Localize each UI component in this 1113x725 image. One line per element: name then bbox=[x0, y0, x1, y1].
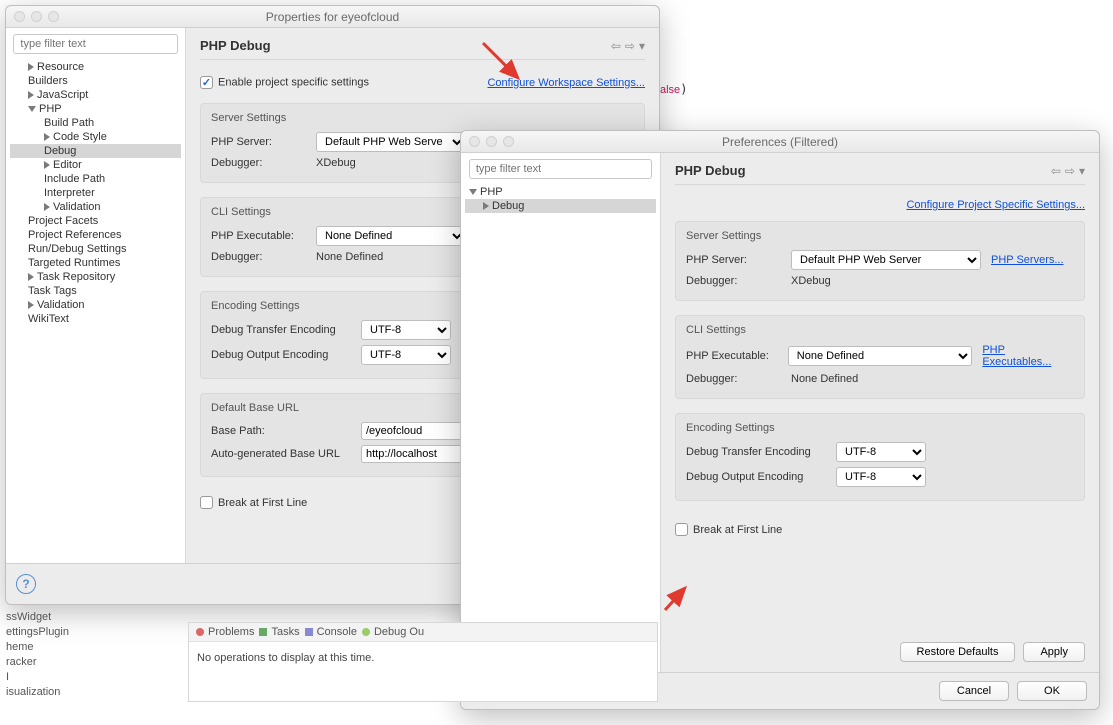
nav-forward-icon[interactable]: ⇨ bbox=[1065, 164, 1075, 178]
page-nav-icons: ⇦ ⇨ ▾ bbox=[1051, 164, 1085, 178]
nav-menu-icon[interactable]: ▾ bbox=[1079, 164, 1085, 178]
configure-workspace-settings-link[interactable]: Configure Workspace Settings... bbox=[487, 77, 645, 89]
php-executables-link[interactable]: PHP Executables... bbox=[982, 344, 1074, 368]
tree-node-interpreter[interactable]: Interpreter bbox=[10, 186, 181, 200]
tab-problems[interactable]: Problems bbox=[195, 626, 254, 638]
bottom-views-panel: Problems Tasks Console Debug Ou No opera… bbox=[188, 622, 658, 702]
php-servers-link[interactable]: PHP Servers... bbox=[991, 254, 1064, 266]
editor-code-fragment: alse) bbox=[660, 82, 687, 96]
configure-project-settings-link[interactable]: Configure Project Specific Settings... bbox=[906, 199, 1085, 211]
break-first-line-checkbox[interactable]: Break at First Line bbox=[675, 523, 1085, 536]
tree-node-php[interactable]: PHP bbox=[10, 102, 181, 116]
enable-project-specific-checkbox[interactable]: Enable project specific settings bbox=[200, 76, 369, 89]
transfer-encoding-select[interactable]: UTF-8 bbox=[836, 442, 926, 462]
base-path-input[interactable] bbox=[361, 422, 471, 440]
category-tree[interactable]: PHP Debug bbox=[465, 185, 656, 213]
filter-input[interactable] bbox=[13, 34, 177, 54]
tree-node-include-path[interactable]: Include Path bbox=[10, 172, 181, 186]
php-server-select[interactable]: Default PHP Web Serve bbox=[316, 132, 466, 152]
titlebar[interactable]: Preferences (Filtered) bbox=[461, 131, 1099, 153]
tree-node-code-style[interactable]: Code Style bbox=[10, 130, 181, 144]
tree-node-project-facets[interactable]: Project Facets bbox=[10, 214, 181, 228]
tree-node-project-references[interactable]: Project References bbox=[10, 228, 181, 242]
page-title: PHP Debug bbox=[200, 38, 271, 53]
properties-tree-panel: Resource Builders JavaScript PHP Build P… bbox=[6, 28, 186, 563]
encoding-settings-section: Encoding Settings Debug Transfer Encodin… bbox=[675, 413, 1085, 501]
titlebar[interactable]: Properties for eyeofcloud bbox=[6, 6, 659, 28]
php-executable-select[interactable]: None Defined bbox=[788, 346, 973, 366]
nav-back-icon[interactable]: ⇦ bbox=[1051, 164, 1061, 178]
filter-input[interactable] bbox=[469, 159, 652, 179]
server-settings-section: Server Settings PHP Server: Default PHP … bbox=[675, 221, 1085, 301]
tab-debug-output[interactable]: Debug Ou bbox=[361, 626, 424, 638]
tree-node-javascript[interactable]: JavaScript bbox=[10, 88, 181, 102]
tree-node-resource[interactable]: Resource bbox=[10, 60, 181, 74]
tree-node-validation2[interactable]: Validation bbox=[10, 298, 181, 312]
help-icon[interactable]: ? bbox=[16, 574, 36, 594]
tree-node-editor[interactable]: Editor bbox=[10, 158, 181, 172]
nav-back-icon[interactable]: ⇦ bbox=[611, 39, 621, 53]
cli-settings-section: CLI Settings PHP Executable: None Define… bbox=[675, 315, 1085, 399]
restore-defaults-button[interactable]: Restore Defaults bbox=[900, 642, 1016, 662]
tab-console[interactable]: Console bbox=[304, 626, 357, 638]
tree-node-build-path[interactable]: Build Path bbox=[10, 116, 181, 130]
category-tree[interactable]: Resource Builders JavaScript PHP Build P… bbox=[10, 60, 181, 326]
php-server-select[interactable]: Default PHP Web Server bbox=[791, 250, 981, 270]
auto-base-url-input[interactable] bbox=[361, 445, 471, 463]
tree-node-php[interactable]: PHP bbox=[465, 185, 656, 199]
tree-node-wikitext[interactable]: WikiText bbox=[10, 312, 181, 326]
page-nav-icons: ⇦ ⇨ ▾ bbox=[611, 39, 645, 53]
page-title: PHP Debug bbox=[675, 163, 746, 178]
php-executable-select[interactable]: None Defined bbox=[316, 226, 466, 246]
tree-node-targeted-runtimes[interactable]: Targeted Runtimes bbox=[10, 256, 181, 270]
transfer-encoding-select[interactable]: UTF-8 bbox=[361, 320, 451, 340]
output-encoding-select[interactable]: UTF-8 bbox=[361, 345, 451, 365]
preferences-tree-panel: PHP Debug bbox=[461, 153, 661, 672]
tree-node-task-tags[interactable]: Task Tags bbox=[10, 284, 181, 298]
nav-forward-icon[interactable]: ⇨ bbox=[625, 39, 635, 53]
window-title: Properties for eyeofcloud bbox=[6, 10, 659, 24]
tree-node-debug[interactable]: Debug bbox=[10, 144, 181, 158]
tree-node-debug[interactable]: Debug bbox=[465, 199, 656, 213]
apply-button[interactable]: Apply bbox=[1023, 642, 1085, 662]
nav-menu-icon[interactable]: ▾ bbox=[639, 39, 645, 53]
tree-node-task-repository[interactable]: Task Repository bbox=[10, 270, 181, 284]
window-title: Preferences (Filtered) bbox=[461, 135, 1099, 149]
ok-button[interactable]: OK bbox=[1017, 681, 1087, 701]
background-side-list: ssWidget ettingsPlugin heme racker I isu… bbox=[0, 610, 110, 700]
output-encoding-select[interactable]: UTF-8 bbox=[836, 467, 926, 487]
no-operations-message: No operations to display at this time. bbox=[189, 642, 657, 674]
tree-node-builders[interactable]: Builders bbox=[10, 74, 181, 88]
tree-node-run-debug[interactable]: Run/Debug Settings bbox=[10, 242, 181, 256]
tree-node-validation[interactable]: Validation bbox=[10, 200, 181, 214]
cancel-button[interactable]: Cancel bbox=[939, 681, 1009, 701]
tab-tasks[interactable]: Tasks bbox=[258, 626, 299, 638]
